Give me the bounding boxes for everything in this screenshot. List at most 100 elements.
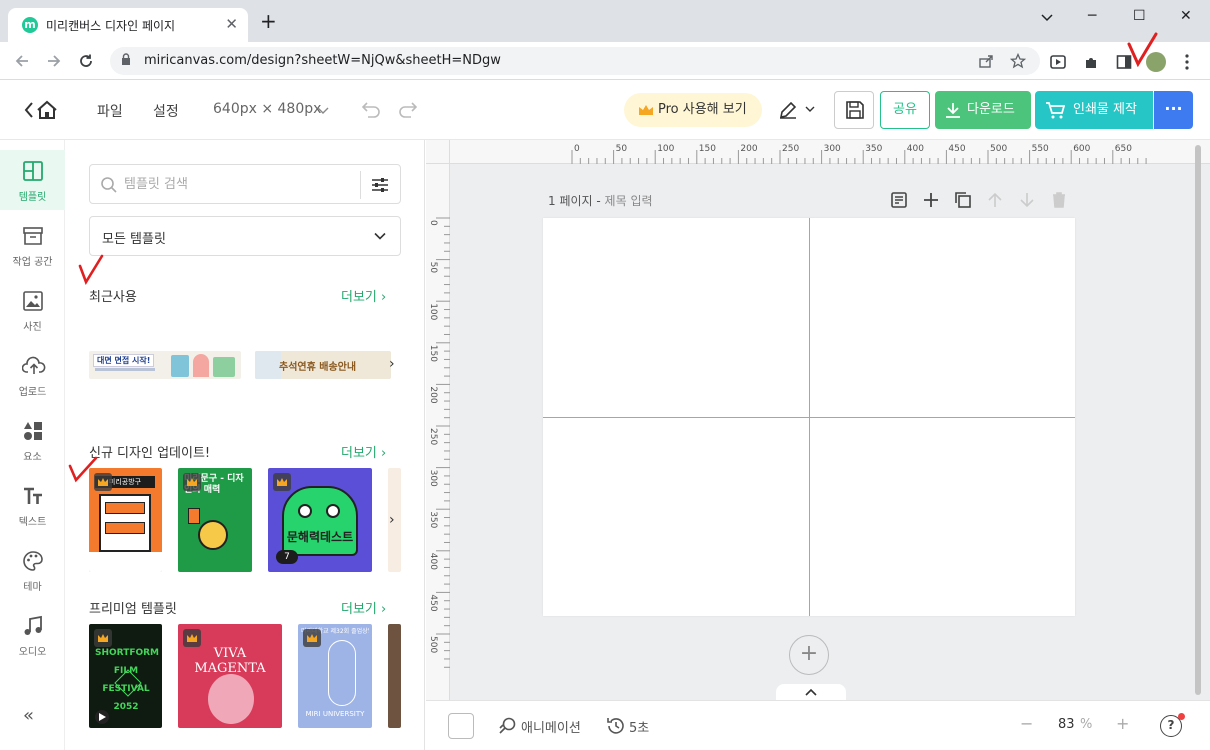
bookmark-star-icon[interactable] [1010,53,1026,69]
forward-arrow-icon[interactable] [46,53,62,69]
sidebar-item-upload[interactable]: 업로드 [0,345,65,405]
delete-page-icon[interactable] [1050,191,1068,209]
pro-trial-button[interactable]: Pro 사용해 보기 [624,93,762,127]
premium-template-thumb-partial[interactable] [388,624,401,728]
new-more-link[interactable]: 더보기 › [341,442,386,461]
vertical-scrollbar[interactable] [1195,145,1201,695]
recent-template-thumb[interactable]: 대면 면접 시작! [89,351,241,379]
browser-menu-icon[interactable] [1182,53,1192,71]
recent-scroll-right-icon[interactable]: › [389,356,395,372]
sidebar-item-workspace[interactable]: 작업 공간 [0,215,65,275]
move-page-up-icon[interactable] [986,191,1004,209]
redo-icon[interactable] [399,100,417,118]
design-page-canvas[interactable] [543,218,1075,616]
ruler-tick-label: 50 [616,144,628,154]
zoom-level-input[interactable]: 83 [1058,717,1075,732]
premium-template-thumb[interactable]: 미리대학교 제32회 졸업상영회 MIRI UNIVERSITY [298,624,372,728]
print-order-button[interactable]: 인쇄물 제작 [1035,91,1153,129]
new-template-thumb[interactable]: 미리공방구 [89,468,162,572]
undo-icon[interactable] [362,100,380,118]
recent-template-thumb[interactable]: 추석연휴 배송안내 [255,351,391,379]
premium-crown-badge [303,629,321,647]
thumb-decoration [193,354,209,377]
tab-close-icon[interactable]: ✕ [225,15,238,33]
ruler-tick-label: 0 [574,144,580,154]
page-title-input[interactable]: 제목 입력 [605,194,653,208]
add-page-button[interactable]: + [789,635,829,675]
more-link-label: 더보기 [341,290,377,305]
url-field[interactable]: miricanvas.com/design?sheetW=NjQw&sheetH… [110,47,1040,75]
extensions-puzzle-icon[interactable] [1083,54,1099,70]
share-button[interactable]: 공유 [880,91,930,129]
ruler-tick-label: 0 [428,220,438,226]
save-disk-icon [846,101,864,119]
sidebar-item-label: 요소 [23,452,42,463]
collapse-sidebar-button[interactable]: « [23,705,34,726]
template-category-select[interactable]: 모든 템플릿 [89,216,401,256]
thumb-decoration [95,368,155,371]
share-page-icon[interactable] [978,53,994,69]
close-window-button[interactable]: ✕ [1180,8,1192,24]
print-order-label: 인쇄물 제작 [1073,102,1137,117]
sidebar-item-theme[interactable]: 테마 [0,540,65,600]
duration-button[interactable]: 5초 [629,717,649,736]
new-tab-button[interactable]: + [260,11,277,31]
background-color-swatch[interactable] [448,713,474,739]
premium-more-link[interactable]: 더보기 › [341,598,386,617]
premium-template-thumb[interactable]: SHORTFORM FILM FESTIVAL 2052 [89,624,162,728]
maximize-button[interactable]: ☐ [1133,8,1146,24]
side-panel-icon[interactable] [1116,54,1132,70]
ruler-ticks: 0 50 100 150 200 250 300 350 400 450 500 550 600 650 [571,144,1147,164]
crown-icon [187,478,197,486]
miricanvas-favicon-icon: m [22,17,38,33]
sidebar-item-label: 업로드 [18,387,47,398]
settings-menu[interactable]: 설정 [153,101,179,121]
profile-avatar[interactable] [1146,52,1166,72]
template-search-input[interactable] [124,174,354,194]
canvas-size-dropdown[interactable]: 640px × 480px [213,101,321,117]
back-arrow-icon[interactable] [14,53,30,69]
file-menu[interactable]: 파일 [97,101,123,121]
cart-icon [1046,102,1065,119]
play-icon[interactable] [95,710,109,724]
thumb-decoration [114,669,142,697]
pro-trial-label: Pro 사용해 보기 [658,102,747,117]
move-page-down-icon[interactable] [1018,191,1036,209]
reload-icon[interactable] [78,53,94,69]
section-title-new: 신규 디자인 업데이트! [89,446,211,461]
sidebar-item-audio[interactable]: 오디오 [0,605,65,665]
save-button[interactable] [834,91,874,129]
more-options-button[interactable]: ··· [1154,91,1193,129]
add-page-icon[interactable] [922,191,940,209]
download-button[interactable]: 다운로드 [935,91,1031,129]
photo-icon [23,291,43,311]
sidebar-item-photos[interactable]: 사진 [0,280,65,340]
new-template-thumb[interactable]: 미리문구 - 디자인의 매력 [178,468,252,572]
animation-button[interactable]: 애니메이션 [521,717,581,736]
premium-template-thumb[interactable]: VIVA MAGENTA [178,624,282,728]
sidebar-item-label: 오디오 [18,647,47,658]
pen-icon[interactable] [778,100,798,120]
thumb-decoration [171,355,189,377]
page-memo-icon[interactable] [890,191,908,209]
new-template-thumb[interactable]: 문해력테스트 7 [268,468,372,572]
sidebar-item-templates[interactable]: 템플릿 [0,150,65,210]
new-scroll-right-icon[interactable]: › [389,512,395,528]
filter-sliders-icon[interactable] [371,176,389,194]
sidebar-item-text[interactable]: 텍스트 [0,475,65,535]
duplicate-page-icon[interactable] [954,191,972,209]
chevron-right-icon: › [381,602,387,617]
page-list-toggle[interactable] [776,684,846,700]
tab-search-chevron-icon[interactable] [1040,10,1054,24]
browser-tab[interactable]: m 미리캔버스 디자인 페이지 ✕ [8,8,248,42]
zoom-out-button[interactable]: − [1020,714,1033,733]
sidebar-item-elements[interactable]: 요소 [0,410,65,470]
minimize-button[interactable]: ─ [1088,8,1096,24]
pen-chevron-down-icon[interactable] [805,106,815,114]
palette-icon [23,551,43,571]
home-icon[interactable] [24,100,62,120]
media-extension-icon[interactable] [1050,54,1066,70]
recent-more-link[interactable]: 더보기 › [341,286,386,305]
lock-icon [122,53,130,65]
zoom-in-button[interactable]: + [1116,714,1129,733]
